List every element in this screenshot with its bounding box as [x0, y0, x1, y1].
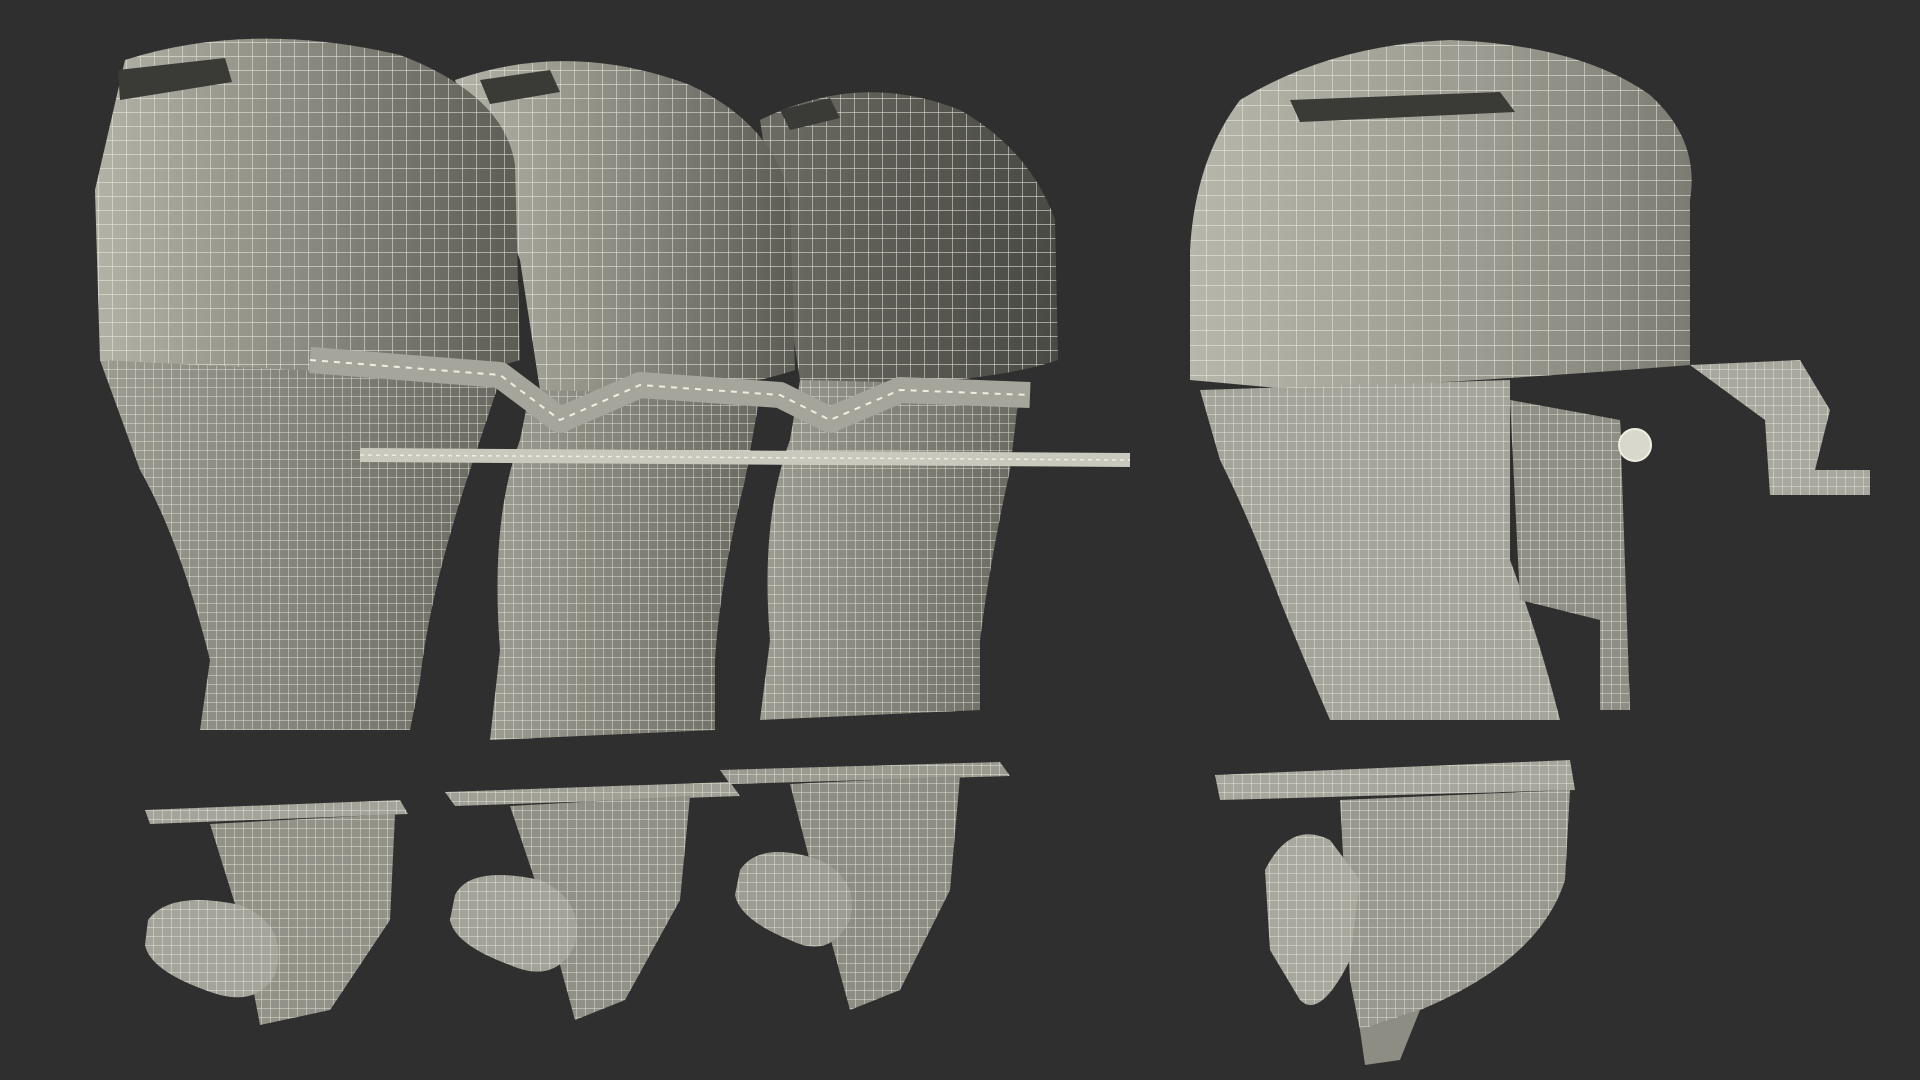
render-canvas	[95, 38, 1870, 1065]
outboard-engine-1	[95, 38, 520, 1025]
render-viewport	[0, 0, 1920, 1080]
side-engine-tilt-pivot	[1618, 428, 1652, 462]
outboard-engine-side-view	[1190, 40, 1870, 1065]
